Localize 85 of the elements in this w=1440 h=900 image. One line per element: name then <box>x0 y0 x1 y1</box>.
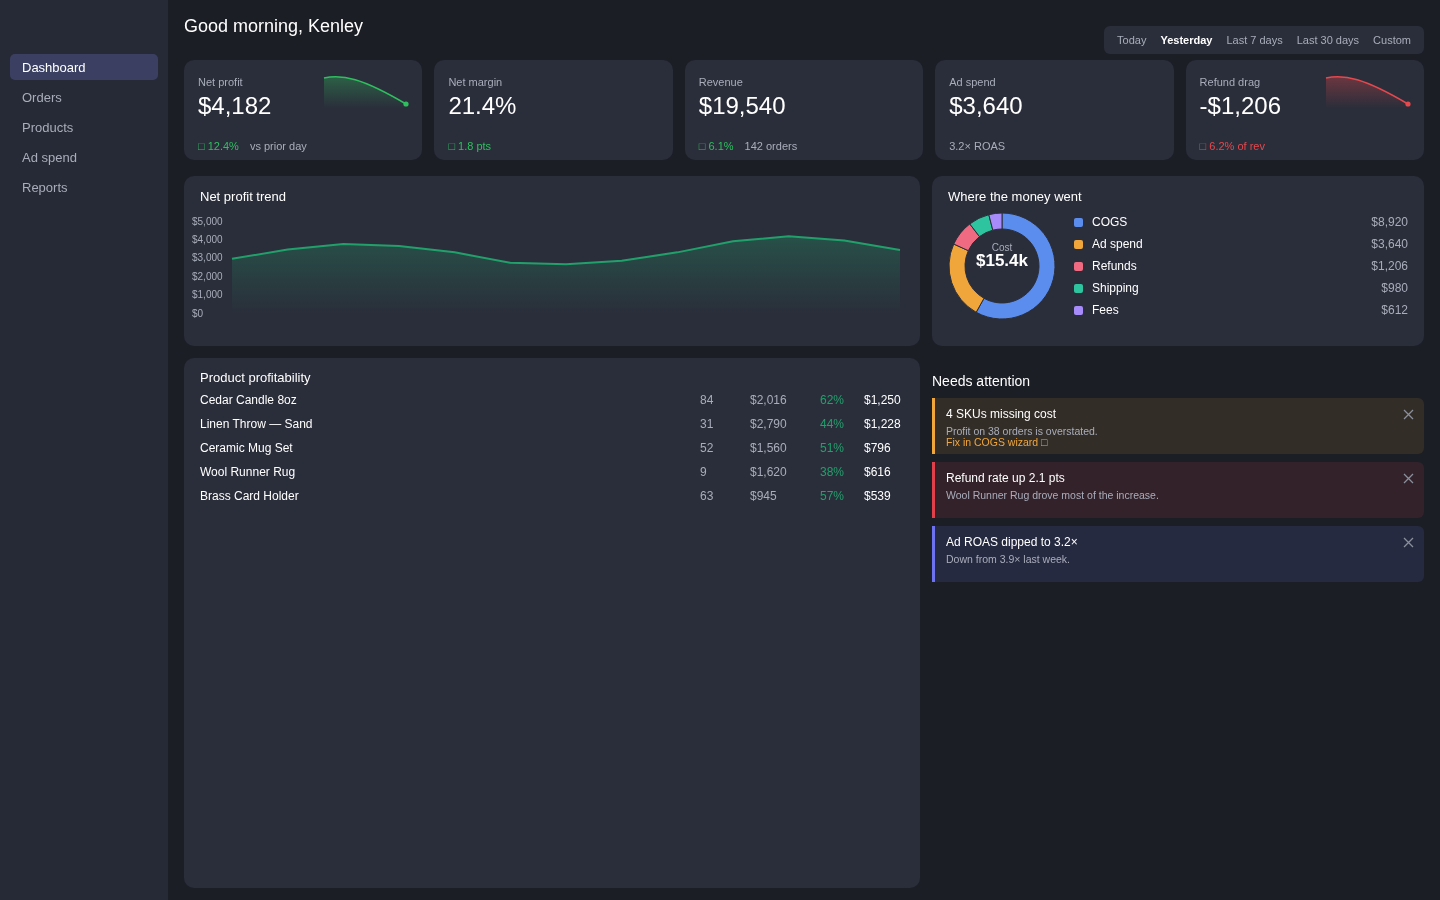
axis-tick-label: $4,000 <box>192 234 223 246</box>
axis-tick-label: $5,000 <box>192 215 223 227</box>
alert-text: Wool Runner Rug drove most of the increase. <box>946 489 1159 501</box>
kpi-label: Revenue <box>698 76 743 88</box>
legend-value: $980 <box>1381 281 1408 295</box>
card-title: Net profit trend <box>200 189 286 204</box>
kpi-label: Net margin <box>448 76 503 88</box>
close-icon[interactable] <box>1403 537 1414 548</box>
date-range-tab[interactable]: Last 7 days <box>1219 34 1290 46</box>
table-cell-text: $2,016 <box>750 393 788 407</box>
nav-item[interactable]: Ad spend <box>10 144 158 170</box>
table-cell-text: 62% <box>820 393 846 407</box>
card-title: Where the money went <box>948 189 1082 204</box>
table-cell: $1,250 <box>864 393 902 407</box>
kpi-value: $4,182 <box>198 92 272 120</box>
date-range-tab[interactable]: Custom <box>1366 34 1418 46</box>
kpi-label: Refund drag <box>1199 76 1261 88</box>
axis-tick-label: $1,000 <box>192 289 223 301</box>
table-cell-text: 44% <box>820 417 846 431</box>
kpi-value: -$1,206 <box>1199 92 1281 120</box>
alert-text: Profit on 38 orders is overstated. <box>946 425 1098 437</box>
legend-value: $1,206 <box>1371 259 1408 273</box>
table-cell-text: Cedar Candle 8oz <box>200 393 298 407</box>
date-range-tab[interactable]: Yesterday <box>1153 34 1220 46</box>
table-cell-text: $796 <box>864 441 892 455</box>
alert-title: 4 SKUs missing cost <box>946 407 1057 421</box>
nav-item[interactable]: Reports <box>10 174 158 200</box>
table-cell-text: $2,790 <box>750 417 788 431</box>
alert-title: Ad ROAS dipped to 3.2× <box>946 535 1078 549</box>
table-cell-text: 38% <box>820 465 846 479</box>
table-cell-text: 31 <box>700 417 715 431</box>
alert-link[interactable]: Fix in COGS wizard □ <box>946 437 1048 448</box>
kpi-value: $19,540 <box>698 92 786 120</box>
table-cell-text: 9 <box>700 465 708 479</box>
kpi-note: vs prior day <box>249 140 307 152</box>
donut-center-label: Cost <box>991 242 1013 253</box>
table-cell-text: $1,560 <box>750 441 788 455</box>
table-cell: $1,228 <box>864 417 902 431</box>
date-range-tab[interactable]: Last 30 days <box>1289 34 1367 46</box>
axis-tick-label: $2,000 <box>192 270 223 282</box>
date-range-tab[interactable]: Today <box>1110 34 1154 46</box>
table-cell-text: $616 <box>864 465 892 479</box>
alert-text: Down from 3.9× last week. <box>946 553 1070 565</box>
alert-title: Refund rate up 2.1 pts <box>946 471 1065 485</box>
kpi-delta: □ 6.1% <box>698 140 734 152</box>
kpi-value: $3,640 <box>949 92 1023 120</box>
kpi-note: 142 orders <box>744 140 798 152</box>
kpi-delta: □ 6.2% of rev <box>1199 140 1265 152</box>
kpi-label: Net profit <box>198 76 243 88</box>
axis-tick-label: $3,000 <box>192 252 223 264</box>
table-cell-text: Ceramic Mug Set <box>200 441 294 455</box>
greeting-title: Good morning, Kenley <box>184 16 364 37</box>
table-cell-text: 52 <box>700 441 715 455</box>
donut-center-value: $15.4k <box>976 251 1028 271</box>
kpi-delta: □ 1.8 pts <box>448 140 492 152</box>
nav-item[interactable]: Products <box>10 114 158 140</box>
close-icon[interactable] <box>1403 409 1414 420</box>
legend-label: Refunds <box>1092 259 1137 273</box>
legend-label: Shipping <box>1092 281 1139 295</box>
close-icon[interactable] <box>1403 473 1414 484</box>
table-cell-text: 51% <box>820 441 846 455</box>
kpi-value: 21.4% <box>448 92 517 120</box>
nav-item[interactable]: Orders <box>10 84 158 110</box>
table-cell-text: $945 <box>750 489 778 503</box>
legend-label: Fees <box>1092 303 1119 317</box>
table-cell-text: Wool Runner Rug <box>200 465 297 479</box>
table-cell-text: 57% <box>820 489 846 503</box>
section-title: Needs attention <box>932 373 1031 389</box>
card-title: Product profitability <box>200 370 311 385</box>
table-cell-text: 63 <box>700 489 715 503</box>
legend-label: Ad spend <box>1092 237 1143 251</box>
kpi-label: Ad spend <box>949 76 996 88</box>
legend-value: $8,920 <box>1371 215 1408 229</box>
kpi-note: 3.2× ROAS <box>949 140 1006 152</box>
table-cell-text: Linen Throw — Sand <box>200 417 314 431</box>
table-cell-text: $1,620 <box>750 465 788 479</box>
table-cell-text: $539 <box>864 489 892 503</box>
table-cell-text: Brass Card Holder <box>200 489 300 503</box>
legend-value: $3,640 <box>1371 237 1408 251</box>
legend-value: $612 <box>1381 303 1408 317</box>
table-cell-text: 84 <box>700 393 715 407</box>
legend-label: COGS <box>1092 215 1128 229</box>
axis-tick-label: $0 <box>192 307 204 318</box>
nav-item[interactable]: Dashboard <box>10 54 158 80</box>
kpi-delta: □ 12.4% <box>198 140 239 152</box>
